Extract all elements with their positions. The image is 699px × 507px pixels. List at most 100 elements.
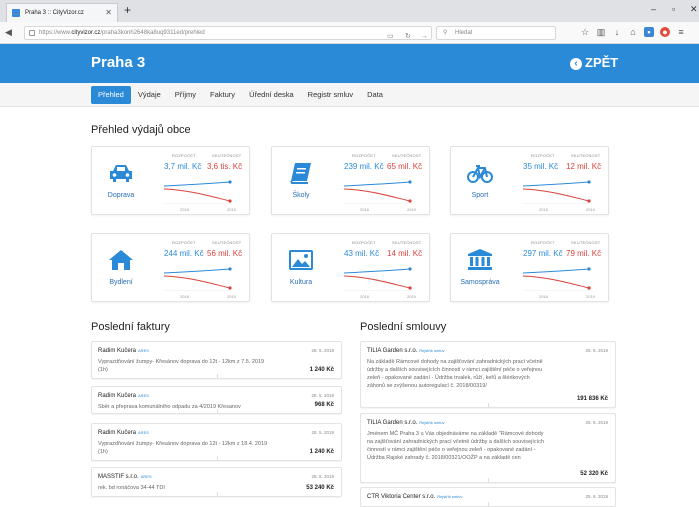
budget-label: ROZPOČET	[172, 153, 196, 158]
reader-view-icon[interactable]: ▭	[387, 30, 394, 39]
url-protocol: https://www.	[39, 30, 72, 36]
trend-sparkline	[344, 267, 412, 291]
nav-data[interactable]: Data	[360, 83, 390, 107]
registry-link[interactable]: Rejstřík smluv	[437, 494, 462, 499]
download-icon[interactable]: ↓	[612, 27, 622, 37]
search-input[interactable]: ⚲ Hledat	[436, 26, 556, 40]
address-bar[interactable]: https://www.cityvizor.cz/praha3konh2648k…	[24, 26, 432, 40]
contract-item[interactable]: CTR Viktoria Center s.r.o. Rejstřík smluv…	[360, 487, 616, 507]
lock-icon	[29, 30, 35, 36]
year-end: 2019	[407, 207, 416, 212]
year-start: 2018	[539, 294, 548, 299]
category-card[interactable]: Samospráva ROZPOČET SKUTEČNOST 297 mil. Kč 7…	[450, 233, 609, 302]
actual-value: 12 mil. Kč	[566, 162, 602, 171]
trend-sparkline	[164, 180, 232, 204]
contractor-name: TILIA Garden s.r.o.	[367, 420, 418, 426]
budget-label: ROZPOČET	[352, 240, 376, 245]
year-end: 2019	[227, 207, 236, 212]
budget-value: 244 mil. Kč	[164, 249, 204, 258]
nav-prehled[interactable]: Přehled	[91, 86, 131, 104]
registry-link[interactable]: Rejstřík smluv	[419, 348, 444, 353]
library-icon[interactable]: ▥	[596, 27, 606, 37]
close-window-icon[interactable]: ✕	[690, 4, 698, 15]
contract-date: 25. 6. 2019	[585, 420, 608, 425]
divider	[488, 502, 489, 506]
invoice-item[interactable]: MASSTIF s.r.o. ARES 28. 5. 2019 rek. bd ron…	[91, 467, 342, 497]
close-tab-icon[interactable]: ✕	[105, 4, 112, 22]
actual-value: 79 mil. Kč	[566, 249, 602, 258]
minimize-icon[interactable]: –	[651, 4, 656, 14]
menu-icon[interactable]: ≡	[676, 27, 686, 37]
invoice-item[interactable]: Radim Kučera ARES 28. 5. 2019 Vyprazdňování…	[91, 341, 342, 379]
ares-link[interactable]: ARES	[138, 393, 149, 398]
category-card[interactable]: Bydlení ROZPOČET SKUTEČNOST 244 mil. Kč 56 m…	[91, 233, 250, 302]
invoice-amount: 53 240 Kč	[306, 485, 334, 491]
category-name: Bydlení	[109, 279, 133, 286]
trend-sparkline	[523, 267, 591, 291]
actual-label: SKUTEČNOST	[392, 240, 422, 245]
invoice-description: Vyprazdňování žumpy- Křesánov doprava do…	[98, 441, 268, 455]
home-browser-icon[interactable]: ⌂	[628, 27, 638, 37]
ares-link[interactable]: ARES	[138, 348, 149, 353]
budget-value: 239 mil. Kč	[344, 162, 384, 171]
ares-link[interactable]: ARES	[138, 430, 149, 435]
back-label: ZPĚT	[585, 55, 619, 70]
forward-icon[interactable]: →	[421, 30, 428, 39]
contract-description: Na základě Rámcové dohody na zajišťování…	[367, 359, 543, 389]
contract-item[interactable]: TILIA Garden s.r.o. Rejstřík smluv 25. 6. …	[360, 341, 616, 408]
category-card[interactable]: Školy ROZPOČET SKUTEČNOST 239 mil. Kč 65 mil…	[271, 146, 430, 215]
contract-amount: 52 320 Kč	[580, 471, 608, 477]
bicycle-icon	[467, 162, 493, 184]
invoice-item[interactable]: Radim Kučera ARES 28. 5. 2019 Vyprazdňování…	[91, 423, 342, 461]
browser-tab[interactable]: Praha 3 :: CityVizor.cz ✕	[6, 3, 118, 22]
contractor-name: TILIA Garden s.r.o.	[367, 348, 418, 354]
contracts-heading: Poslední smlouvy	[360, 321, 447, 333]
nav-registr-smluv[interactable]: Registr smluv	[301, 83, 360, 107]
budget-label: ROZPOČET	[352, 153, 376, 158]
category-card[interactable]: Sport ROZPOČET SKUTEČNOST 35 mil. Kč 12 mil.…	[450, 146, 609, 215]
url-domain: cityvizor.cz	[71, 30, 101, 36]
new-tab-icon[interactable]: +	[124, 3, 131, 17]
invoice-description: rek. bd ronáčova 34-44 TDI	[98, 485, 165, 491]
back-arrow-icon[interactable]: ◀	[5, 27, 12, 38]
bookmark-star-icon[interactable]: ☆	[580, 27, 590, 37]
registry-link[interactable]: Rejstřík smluv	[419, 420, 444, 425]
budget-label: ROZPOČET	[172, 240, 196, 245]
divider	[216, 456, 218, 460]
actual-label: SKUTEČNOST	[392, 153, 422, 158]
ares-link[interactable]: ARES	[141, 474, 152, 479]
category-card[interactable]: Kultura ROZPOČET SKUTEČNOST 43 mil. Kč 14 mi…	[271, 233, 430, 302]
nav-vydaje[interactable]: Výdaje	[131, 83, 168, 107]
divider	[216, 409, 218, 413]
supplier-name: Radim Kučera	[98, 348, 137, 354]
year-end: 2019	[407, 294, 416, 299]
actual-value: 3,6 tis. Kč	[207, 162, 243, 171]
browser-toolbar: ◀ https://www.cityvizor.cz/praha3konh264…	[0, 22, 699, 44]
extension-icon[interactable]: ▪	[644, 27, 654, 37]
maximize-icon[interactable]: ▫	[672, 4, 675, 14]
contract-item[interactable]: TILIA Garden s.r.o. Rejstřík smluv 25. 6. …	[360, 413, 616, 483]
budget-value: 297 mil. Kč	[523, 249, 563, 258]
addon-icon[interactable]: ●	[660, 27, 670, 37]
trend-sparkline	[523, 180, 591, 204]
reload-icon[interactable]: ↻	[405, 30, 411, 39]
year-end: 2019	[586, 294, 595, 299]
invoice-description: Vyprazdňování žumpy- Křesánov doprava do…	[98, 359, 265, 373]
nav-uredni-deska[interactable]: Úřední deska	[242, 83, 301, 107]
supplier-name: MASSTIF s.r.o.	[98, 474, 139, 480]
category-name: Doprava	[107, 192, 135, 199]
picture-icon	[288, 249, 314, 271]
category-name: Kultura	[289, 279, 313, 286]
category-name: Sport	[471, 192, 489, 199]
budget-value: 35 mil. Kč	[523, 162, 559, 171]
invoice-item[interactable]: Radim Kučera ARES 28. 5. 2019 Sběr a přepra…	[91, 386, 342, 414]
year-end: 2019	[586, 207, 595, 212]
back-button[interactable]: ‹ ZPĚT	[570, 55, 618, 70]
contract-amount: 191 836 Kč	[576, 396, 608, 402]
year-start: 2018	[180, 294, 189, 299]
actual-value: 14 mil. Kč	[387, 249, 423, 258]
nav-faktury[interactable]: Faktury	[203, 83, 242, 107]
nav-prijmy[interactable]: Příjmy	[168, 83, 203, 107]
category-card[interactable]: Doprava ROZPOČET SKUTEČNOST 3,7 mil. Kč 3,6 …	[91, 146, 250, 215]
favicon-icon	[12, 9, 20, 17]
